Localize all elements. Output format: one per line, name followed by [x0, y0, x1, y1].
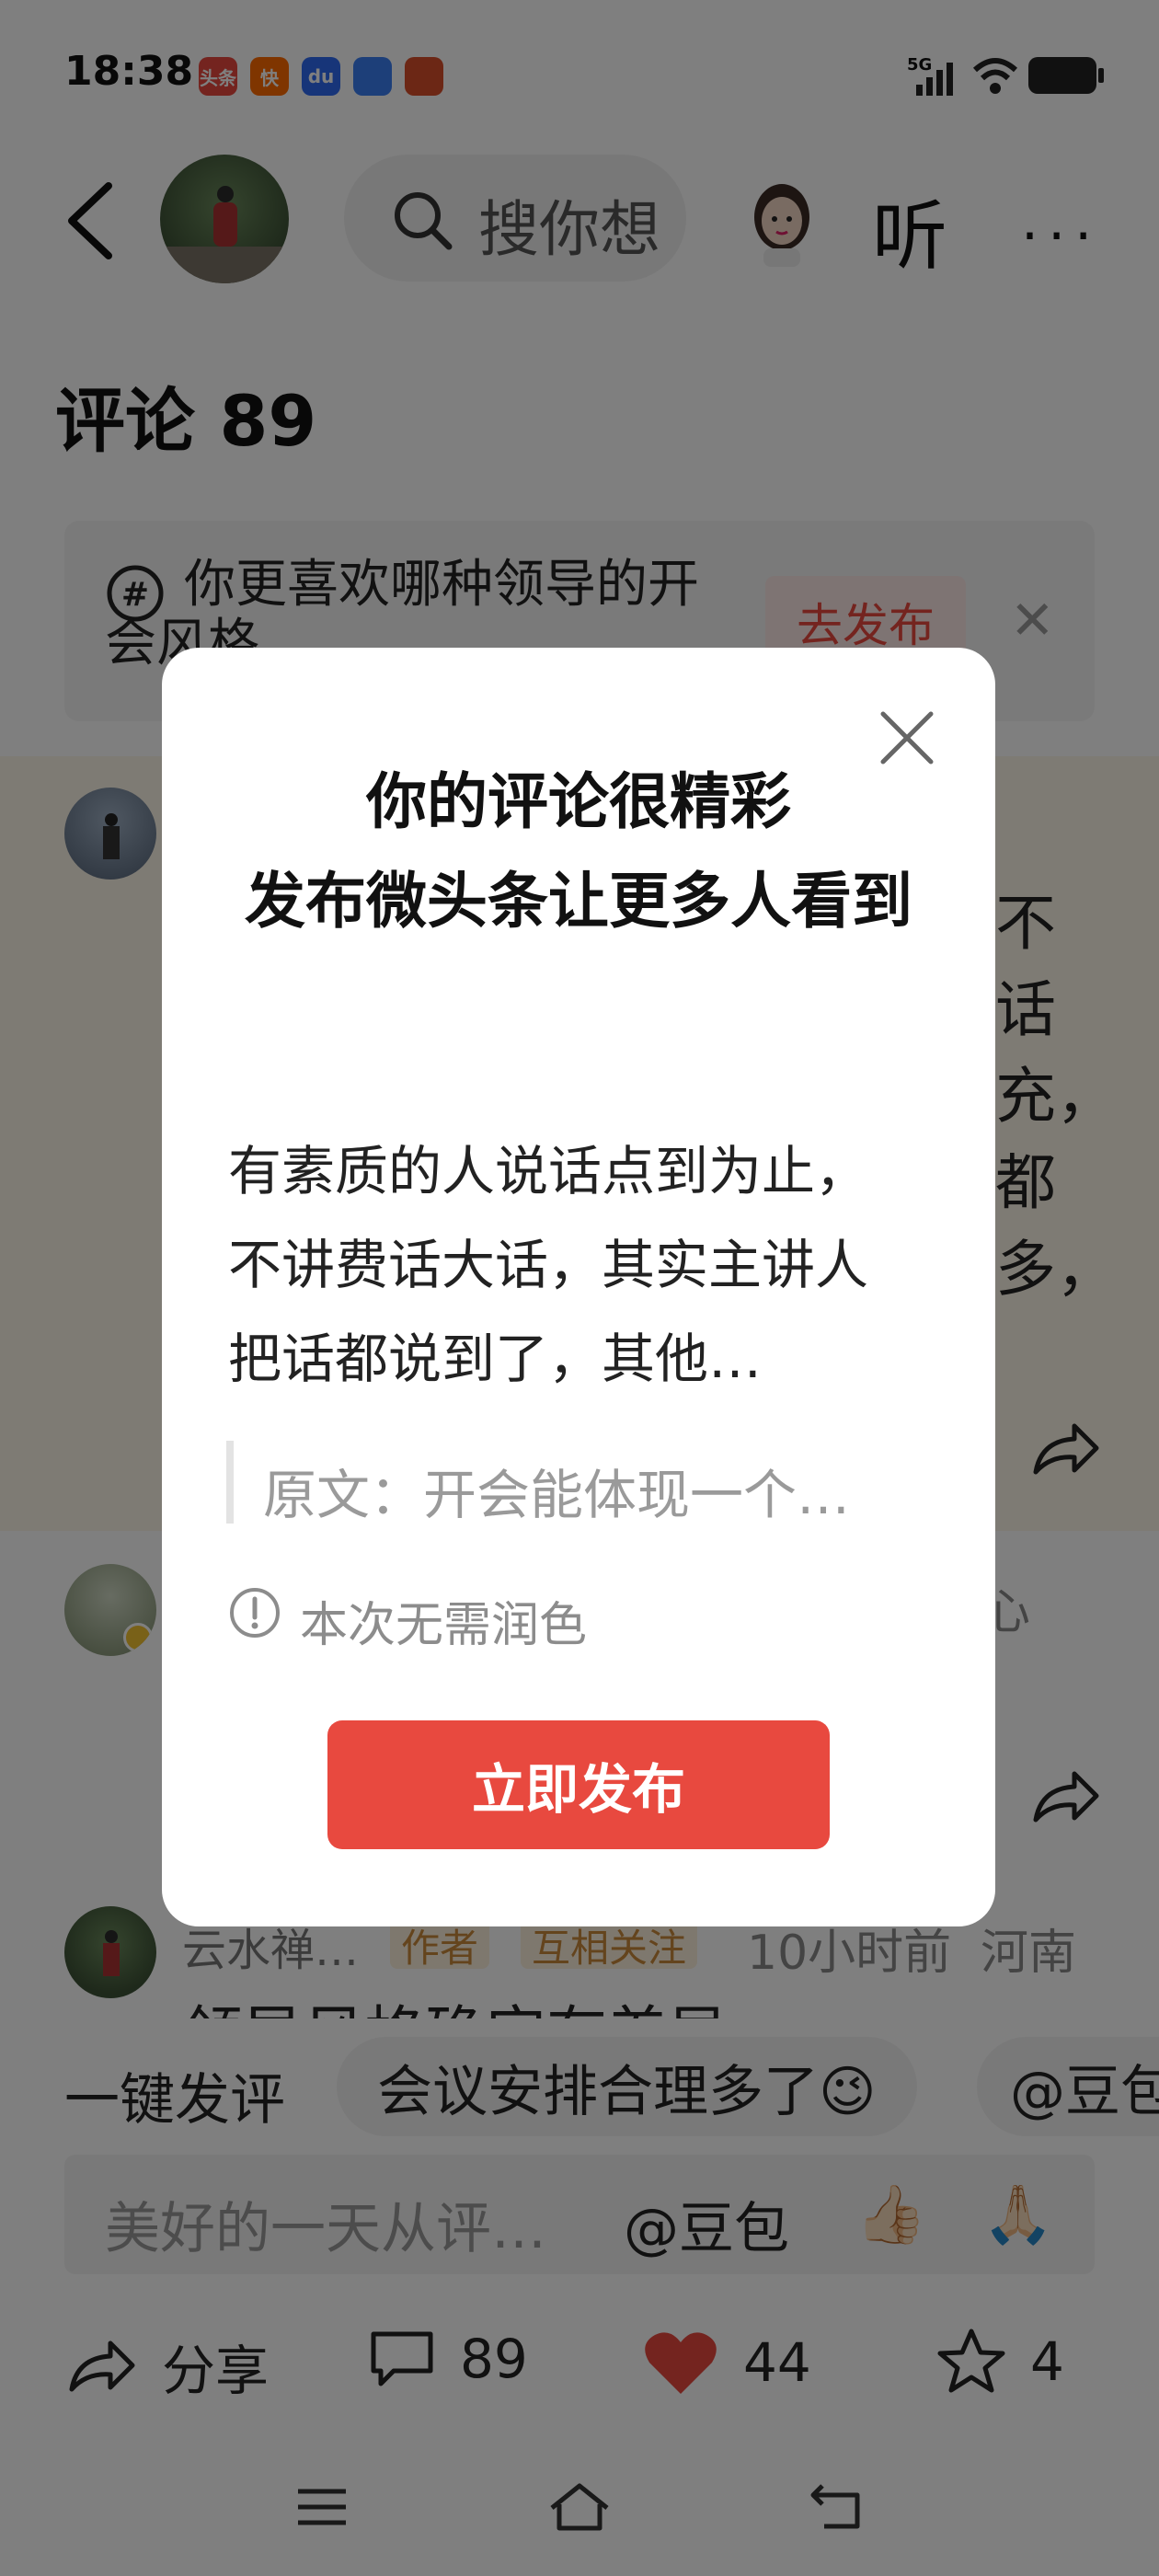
publish-now-button[interactable]: 立即发布 [327, 1720, 830, 1849]
dialog-comment-text: 有素质的人说话点到为止，不讲费话大话，其实主讲人把话都说到了，其他… [228, 1140, 869, 1390]
info-icon [230, 1588, 280, 1638]
quote-bar [226, 1441, 234, 1524]
dialog-title-line1: 你的评论很精彩 [366, 766, 791, 837]
original-quote: 原文：开会能体现一个… [263, 1464, 851, 1526]
no-polish-note: 本次无需润色 [300, 1598, 588, 1653]
dialog-title-line2: 发布微头条让更多人看到 [245, 866, 912, 937]
dialog-title: 你的评论很精彩 发布微头条让更多人看到 [162, 753, 995, 951]
